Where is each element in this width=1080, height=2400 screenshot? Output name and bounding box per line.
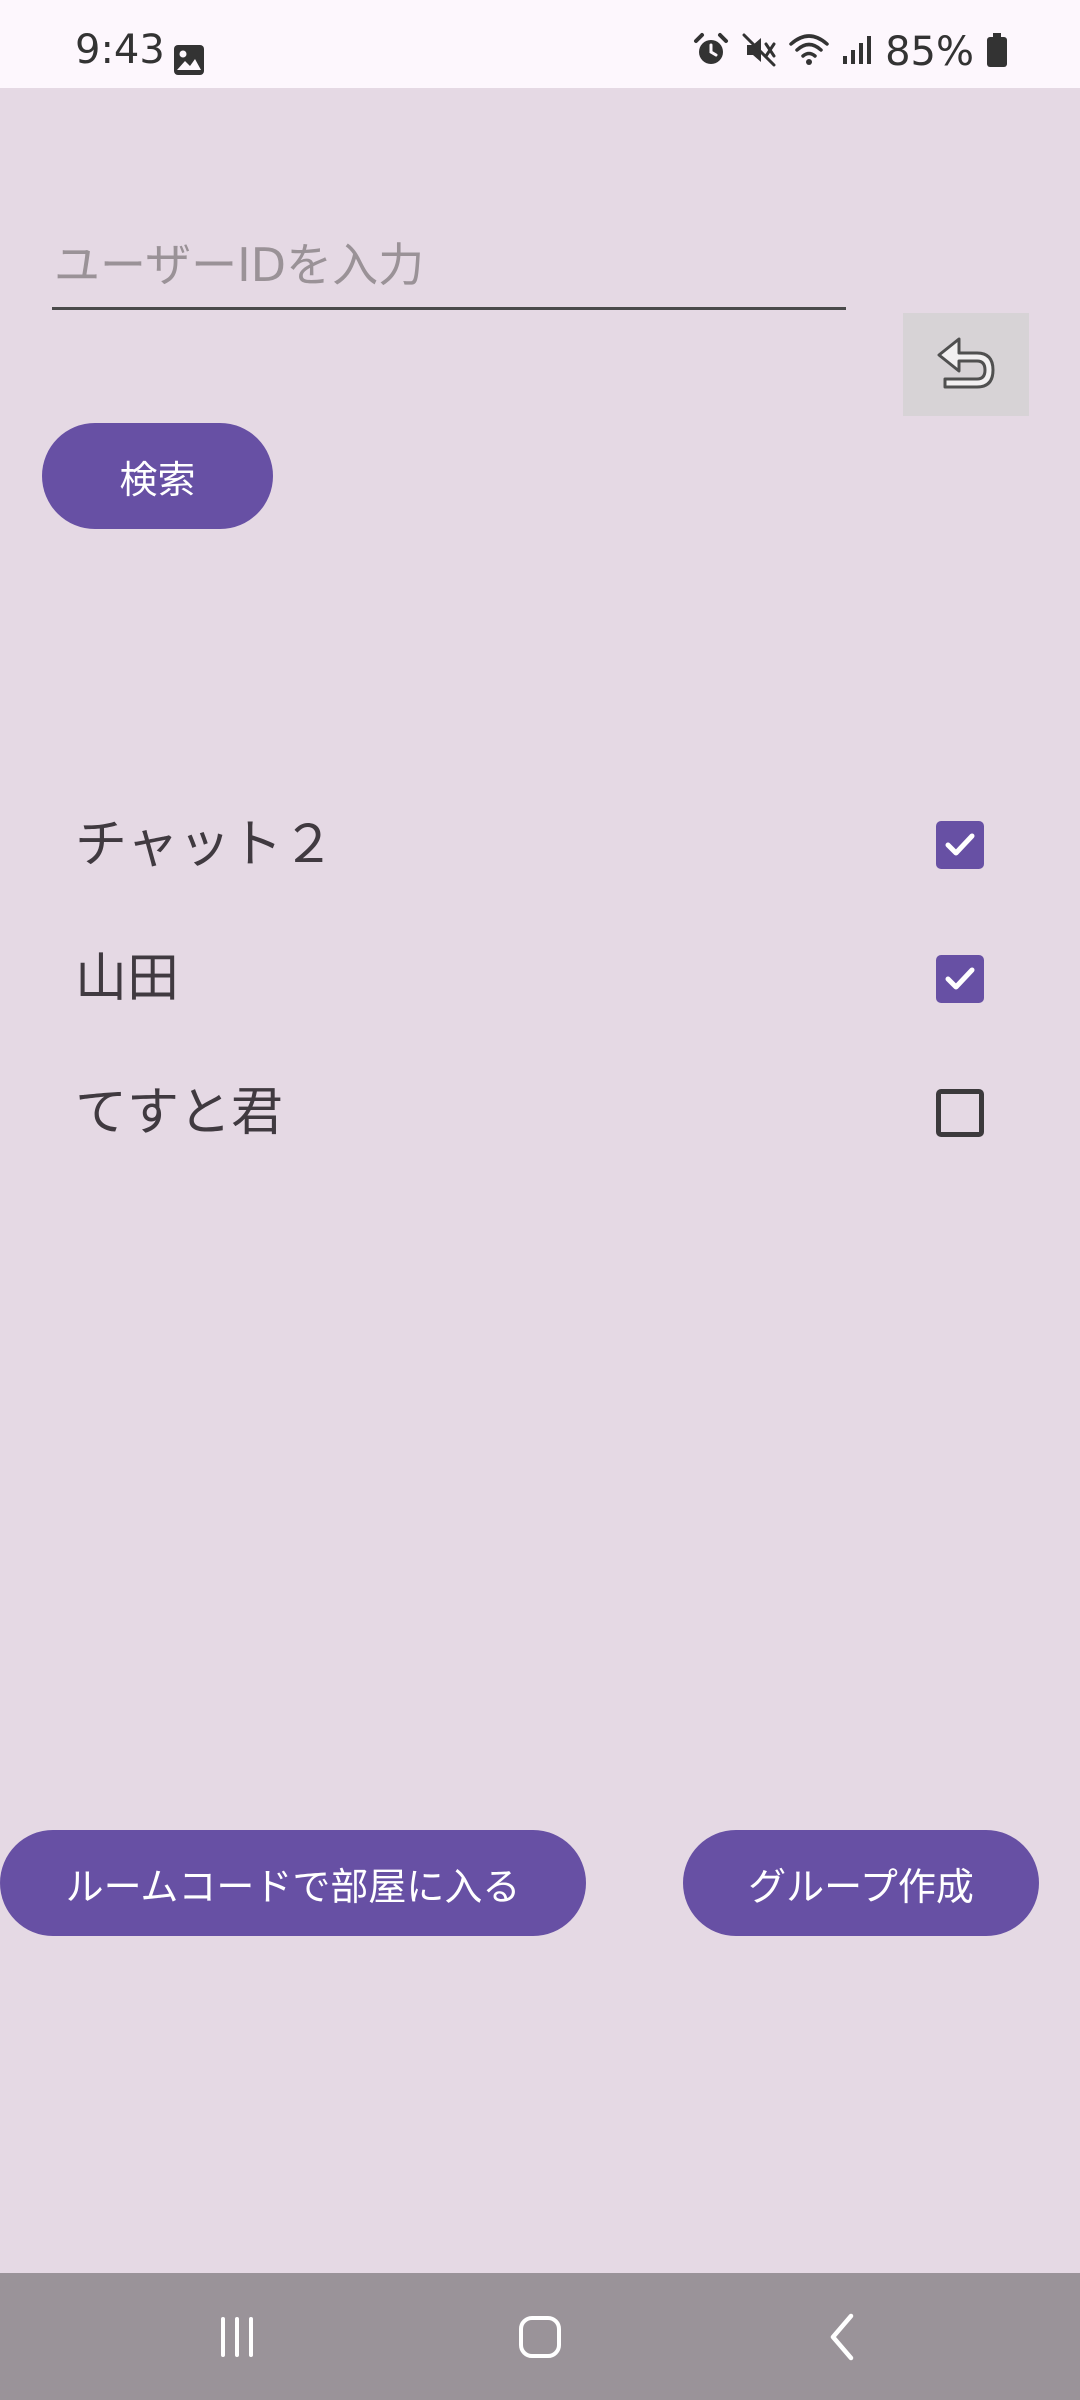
- home-icon: [519, 2315, 561, 2358]
- member-checkbox[interactable]: [936, 821, 984, 869]
- recent-apps-icon: [221, 2316, 253, 2357]
- back-button[interactable]: [773, 2273, 913, 2400]
- join-room-by-code-button[interactable]: ルームコードで部屋に入る: [0, 1830, 586, 1936]
- user-id-search-input[interactable]: [52, 230, 846, 310]
- home-button[interactable]: [470, 2273, 610, 2400]
- alarm-icon: [693, 32, 729, 72]
- checkmark-icon: [945, 967, 975, 990]
- list-item[interactable]: てすと君: [0, 1046, 1080, 1180]
- undo-button[interactable]: [903, 313, 1029, 416]
- list-item[interactable]: チャット２: [0, 778, 1080, 912]
- member-checkbox[interactable]: [936, 1089, 984, 1137]
- member-name: てすと君: [75, 1083, 284, 1143]
- member-checkbox[interactable]: [936, 955, 984, 1003]
- create-group-label: グループ作成: [748, 1864, 974, 1909]
- signal-icon: [841, 32, 873, 72]
- gallery-icon: [173, 44, 205, 80]
- create-group-button[interactable]: グループ作成: [683, 1830, 1039, 1936]
- search-button-label: 検索: [119, 457, 196, 502]
- checkmark-icon: [945, 833, 975, 856]
- list-item[interactable]: 山田: [0, 912, 1080, 1046]
- join-room-by-code-label: ルームコードで部屋に入る: [65, 1864, 521, 1909]
- member-name: チャット２: [75, 815, 335, 875]
- battery-icon: [986, 33, 1008, 71]
- recent-apps-button[interactable]: [167, 2273, 307, 2400]
- system-nav-bar: [0, 2273, 1080, 2400]
- status-time: 9:43: [75, 27, 165, 73]
- status-icons: 85%: [693, 30, 1008, 74]
- back-icon: [830, 2313, 854, 2360]
- mute-icon: [741, 32, 777, 72]
- member-name: 山田: [75, 949, 180, 1009]
- undo-icon: [933, 333, 999, 397]
- search-button[interactable]: 検索: [42, 423, 273, 529]
- battery-text: 85%: [885, 29, 974, 75]
- wifi-icon: [789, 32, 829, 72]
- status-bar: 9:43 85%: [0, 0, 1080, 88]
